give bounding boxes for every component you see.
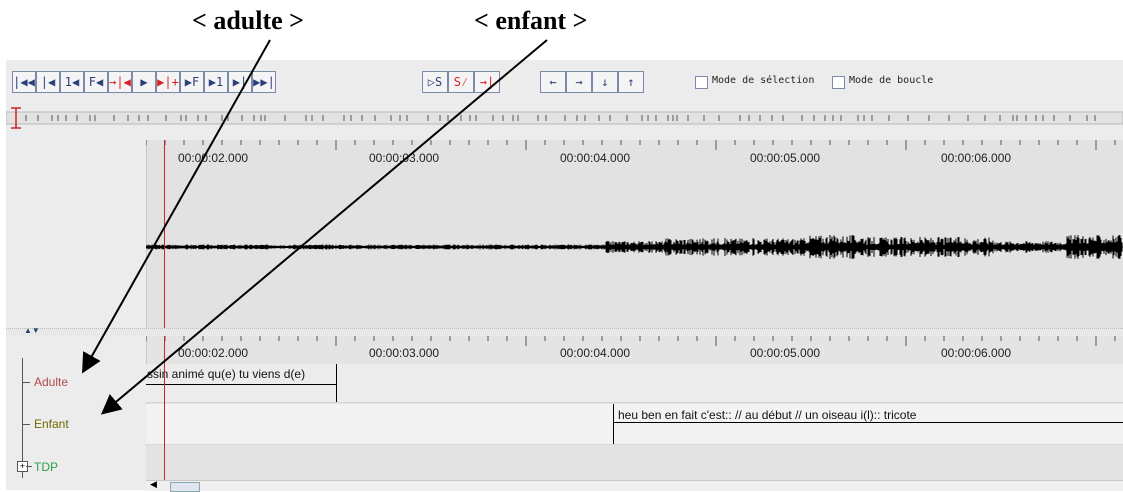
arrow-to-adulte (82, 39, 271, 374)
callout-arrows (82, 39, 548, 415)
arrow-to-enfant (100, 39, 548, 415)
